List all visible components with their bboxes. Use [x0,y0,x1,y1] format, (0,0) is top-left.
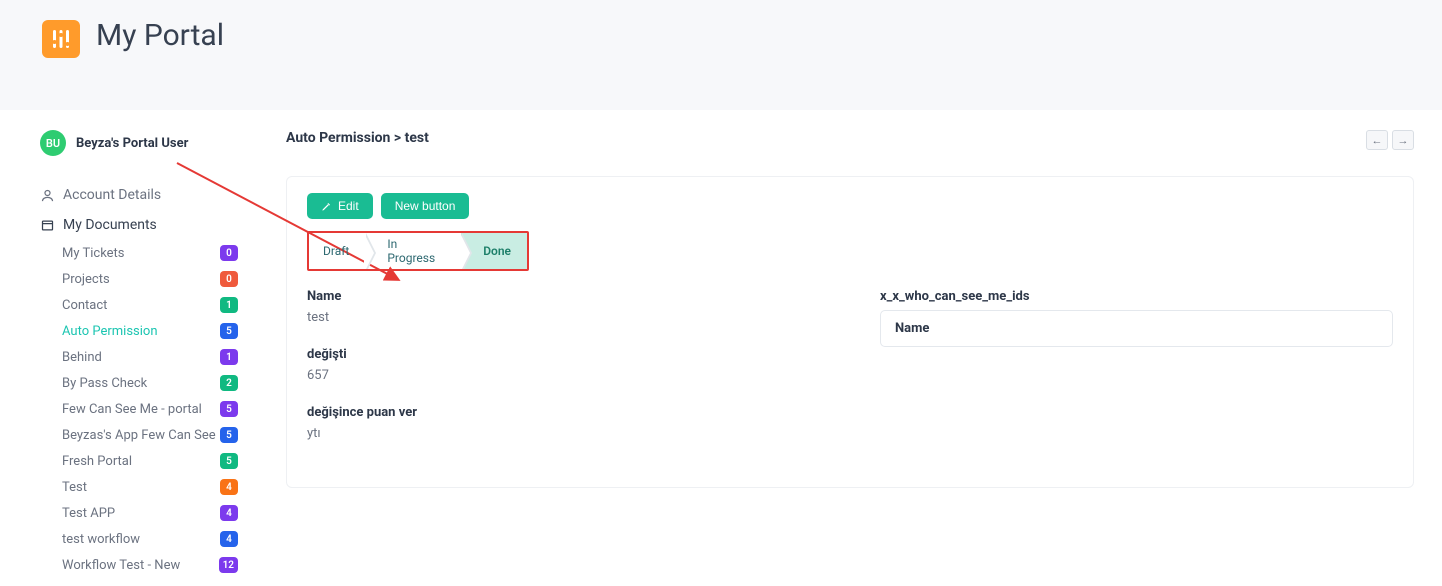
record-card: Edit New button DraftIn ProgressDone Nam… [286,176,1414,488]
field: Name test [307,289,820,325]
sidebar-item-label: test workflow [62,532,140,547]
count-badge: 1 [220,349,238,365]
sidebar-item[interactable]: Workflow Test - New 12 [62,552,250,578]
stage-draft[interactable]: Draft [309,233,365,269]
field-label: Name [307,289,820,304]
sidebar-item-label: Contact [62,298,107,313]
sidebar-item-label: Behind [62,350,102,365]
stage-bar: DraftIn ProgressDone [307,231,529,271]
nav-account-details[interactable]: Account Details [40,180,250,210]
avatar: BU [40,130,66,156]
sidebar-item-label: Fresh Portal [62,454,132,469]
count-badge: 5 [220,401,238,417]
sidebar-item-label: Projects [62,272,110,287]
app-title: My Portal [96,18,224,53]
count-badge: 5 [220,323,238,339]
count-badge: 5 [220,427,238,443]
count-badge: 4 [220,531,238,547]
user-block[interactable]: BU Beyza's Portal User [40,130,250,156]
sidebar-item-label: My Tickets [62,246,125,261]
nav-documents-label: My Documents [63,217,157,233]
user-icon [40,188,55,203]
pencil-icon [321,201,332,212]
documents-icon [40,218,55,233]
relation-header: Name [895,321,1378,336]
new-button[interactable]: New button [381,193,470,219]
count-badge: 5 [220,453,238,469]
count-badge: 0 [220,245,238,261]
new-button-label: New button [395,199,456,213]
field: değişti 657 [307,347,820,383]
field-column-right: x_x_who_can_see_me_ids Name [880,289,1393,463]
breadcrumb: Auto Permission > test [286,130,429,146]
sidebar-item[interactable]: By Pass Check 2 [62,370,250,396]
count-badge: 1 [220,297,238,313]
sidebar-item[interactable]: Test APP 4 [62,500,250,526]
sidebar-item[interactable]: test workflow 4 [62,526,250,552]
sidebar-item[interactable]: Fresh Portal 5 [62,448,250,474]
field-column-left: Name test değişti 657 değişince puan ver ytı [307,289,820,463]
sidebar-item-label: Few Can See Me - portal [62,402,202,417]
user-name: Beyza's Portal User [76,136,188,151]
relation-title: x_x_who_can_see_me_ids [880,289,1393,304]
field-label: değişince puan ver [307,405,820,420]
sidebar-item[interactable]: Projects 0 [62,266,250,292]
field: değişince puan ver ytı [307,405,820,441]
sidebar-item[interactable]: My Tickets 0 [62,240,250,266]
relation-box[interactable]: Name [880,310,1393,347]
field-value: ytı [307,426,820,441]
sidebar-item-label: Beyzas's App Few Can See [62,428,216,443]
next-record-button[interactable]: → [1392,130,1414,150]
field-value: test [307,310,820,325]
count-badge: 4 [220,505,238,521]
record-pager: ← → [1366,130,1414,150]
sidebar-list: My Tickets 0 Projects 0 Contact 1 Auto Permiss… [40,240,250,578]
sidebar: BU Beyza's Portal User Account Details M… [0,130,250,586]
topbar: My Portal [0,0,1442,110]
sidebar-item[interactable]: Auto Permission 5 [62,318,250,344]
app-logo-icon [42,20,80,58]
sidebar-item[interactable]: Behind 1 [62,344,250,370]
nav-my-documents[interactable]: My Documents [40,210,250,240]
sidebar-item-label: Workflow Test - New [62,558,180,573]
stage-in-progress[interactable]: In Progress [365,233,461,269]
sidebar-item-label: Auto Permission [62,324,158,339]
count-badge: 12 [219,557,238,573]
sidebar-item[interactable]: Test 4 [62,474,250,500]
sidebar-item[interactable]: Few Can See Me - portal 5 [62,396,250,422]
count-badge: 4 [220,479,238,495]
sidebar-item[interactable]: Beyzas's App Few Can See 5 [62,422,250,448]
sidebar-item-label: Test [62,480,87,495]
sidebar-item[interactable]: Contact 1 [62,292,250,318]
sidebar-item-label: By Pass Check [62,376,147,391]
field-value: 657 [307,368,820,383]
count-badge: 0 [220,271,238,287]
content: Auto Permission > test ← → Edit New butt… [250,130,1442,586]
field-label: değişti [307,347,820,362]
edit-button[interactable]: Edit [307,193,373,219]
sidebar-item-label: Test APP [62,506,115,521]
nav-account-label: Account Details [63,187,161,203]
prev-record-button[interactable]: ← [1366,130,1388,150]
edit-button-label: Edit [338,199,359,213]
count-badge: 2 [220,375,238,391]
